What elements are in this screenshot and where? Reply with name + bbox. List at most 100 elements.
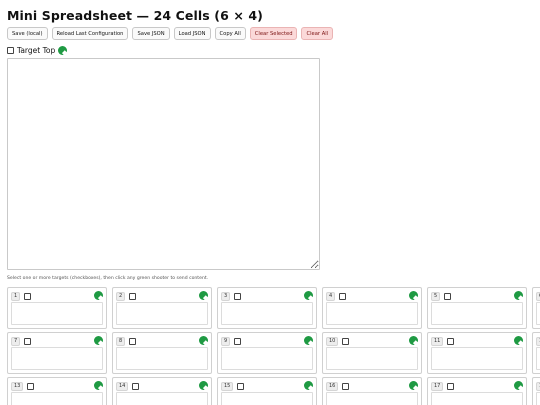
cell-target-checkbox[interactable] bbox=[447, 383, 455, 390]
cell-input[interactable] bbox=[431, 302, 523, 325]
save-local-button[interactable]: Save (local) bbox=[7, 27, 48, 40]
cell-header: 8 bbox=[116, 337, 137, 346]
cell-target-checkbox[interactable] bbox=[132, 383, 140, 390]
cell-number: 16 bbox=[326, 382, 339, 391]
green-shooter-icon[interactable] bbox=[94, 291, 103, 300]
cell-target-checkbox[interactable] bbox=[342, 383, 350, 390]
cell-number: 5 bbox=[431, 292, 441, 301]
cell-header: 12 bbox=[536, 337, 540, 346]
cell-header: 10 bbox=[326, 337, 350, 346]
cell-target-checkbox[interactable] bbox=[447, 338, 455, 345]
green-shooter-icon[interactable] bbox=[199, 336, 208, 345]
cell: 4 bbox=[322, 287, 422, 329]
cell-number: 2 bbox=[116, 292, 126, 301]
cell-header: 18 bbox=[536, 382, 540, 391]
cell-header: 13 bbox=[11, 382, 35, 391]
cell: 5 bbox=[427, 287, 527, 329]
toolbar: Save (local) Reload Last Configuration S… bbox=[7, 27, 334, 40]
cell-header: 7 bbox=[11, 337, 32, 346]
cell: 8 bbox=[112, 332, 212, 374]
load-json-button[interactable]: Load JSON bbox=[173, 27, 211, 40]
cell-input[interactable] bbox=[536, 392, 540, 405]
green-shooter-icon[interactable] bbox=[409, 336, 418, 345]
target-top-checkbox[interactable] bbox=[7, 46, 14, 54]
green-shooter-icon[interactable] bbox=[94, 381, 103, 390]
cell-input[interactable] bbox=[536, 347, 540, 370]
save-json-button[interactable]: Save JSON bbox=[132, 27, 170, 40]
green-shooter-icon[interactable] bbox=[409, 291, 418, 300]
green-shooter-icon[interactable] bbox=[409, 381, 418, 390]
cell-header: 14 bbox=[116, 382, 140, 391]
cell-input[interactable] bbox=[221, 392, 313, 405]
clear-all-button[interactable]: Clear All bbox=[301, 27, 334, 40]
cell: 9 bbox=[217, 332, 317, 374]
green-shooter-icon[interactable] bbox=[514, 336, 523, 345]
cell-input[interactable] bbox=[326, 347, 418, 370]
green-shooter-icon[interactable] bbox=[304, 381, 313, 390]
green-shooter-icon[interactable] bbox=[304, 336, 313, 345]
target-top-label: Target Top bbox=[17, 45, 56, 55]
cell-number: 4 bbox=[326, 292, 336, 301]
green-shooter-icon[interactable] bbox=[514, 291, 523, 300]
cell-number: 3 bbox=[221, 292, 231, 301]
cell-target-checkbox[interactable] bbox=[339, 293, 347, 300]
cell-input[interactable] bbox=[11, 347, 103, 370]
cell: 2 bbox=[112, 287, 212, 329]
cell-input[interactable] bbox=[11, 392, 103, 405]
cell-header: 2 bbox=[116, 292, 137, 301]
cell-target-checkbox[interactable] bbox=[234, 293, 242, 300]
cell-header: 3 bbox=[221, 292, 242, 301]
reload-last-configuration-button[interactable]: Reload Last Configuration bbox=[51, 27, 129, 40]
cell-input[interactable] bbox=[221, 302, 313, 325]
cell-input[interactable] bbox=[326, 302, 418, 325]
cell-input[interactable] bbox=[536, 302, 540, 325]
cell-number: 11 bbox=[431, 337, 444, 346]
cell-input[interactable] bbox=[11, 302, 103, 325]
cell: 11 bbox=[427, 332, 527, 374]
cell-number: 6 bbox=[536, 292, 540, 301]
cell-input[interactable] bbox=[116, 302, 208, 325]
cell-header: 15 bbox=[221, 382, 245, 391]
page-title: Mini Spreadsheet — 24 Cells (6 × 4) bbox=[7, 8, 263, 23]
main-textarea[interactable] bbox=[7, 58, 320, 270]
cell-target-checkbox[interactable] bbox=[129, 293, 137, 300]
cell-input[interactable] bbox=[326, 392, 418, 405]
cell-input[interactable] bbox=[221, 347, 313, 370]
cell: 10 bbox=[322, 332, 422, 374]
cell-header: 5 bbox=[431, 292, 452, 301]
cell-grid: 123456789101112131415161718 bbox=[7, 287, 540, 405]
cell-input[interactable] bbox=[116, 392, 208, 405]
cell-target-checkbox[interactable] bbox=[237, 383, 245, 390]
cell-input[interactable] bbox=[431, 392, 523, 405]
cell-number: 13 bbox=[11, 382, 24, 391]
cell-target-checkbox[interactable] bbox=[27, 383, 35, 390]
cell-number: 8 bbox=[116, 337, 126, 346]
cell-number: 10 bbox=[326, 337, 339, 346]
green-shooter-icon[interactable] bbox=[94, 336, 103, 345]
cell: 13 bbox=[7, 377, 107, 405]
cell-target-checkbox[interactable] bbox=[444, 293, 452, 300]
instructions-text: Select one or more targets (checkboxes),… bbox=[7, 276, 209, 281]
cell-target-checkbox[interactable] bbox=[24, 293, 32, 300]
green-shooter-icon[interactable] bbox=[304, 291, 313, 300]
green-shooter-icon[interactable] bbox=[58, 45, 68, 55]
cell-number: 18 bbox=[536, 382, 540, 391]
cell-header: 16 bbox=[326, 382, 350, 391]
cell-number: 14 bbox=[116, 382, 129, 391]
cell: 7 bbox=[7, 332, 107, 374]
green-shooter-icon[interactable] bbox=[199, 291, 208, 300]
cell-target-checkbox[interactable] bbox=[342, 338, 350, 345]
clear-selected-button[interactable]: Clear Selected bbox=[249, 27, 298, 40]
cell-input[interactable] bbox=[116, 347, 208, 370]
green-shooter-icon[interactable] bbox=[514, 381, 523, 390]
cell-number: 7 bbox=[11, 337, 21, 346]
copy-all-button[interactable]: Copy All bbox=[214, 27, 246, 40]
cell: 16 bbox=[322, 377, 422, 405]
cell-number: 9 bbox=[221, 337, 231, 346]
cell-target-checkbox[interactable] bbox=[234, 338, 242, 345]
cell: 17 bbox=[427, 377, 527, 405]
cell-input[interactable] bbox=[431, 347, 523, 370]
green-shooter-icon[interactable] bbox=[199, 381, 208, 390]
cell-target-checkbox[interactable] bbox=[129, 338, 137, 345]
cell-target-checkbox[interactable] bbox=[24, 338, 32, 345]
